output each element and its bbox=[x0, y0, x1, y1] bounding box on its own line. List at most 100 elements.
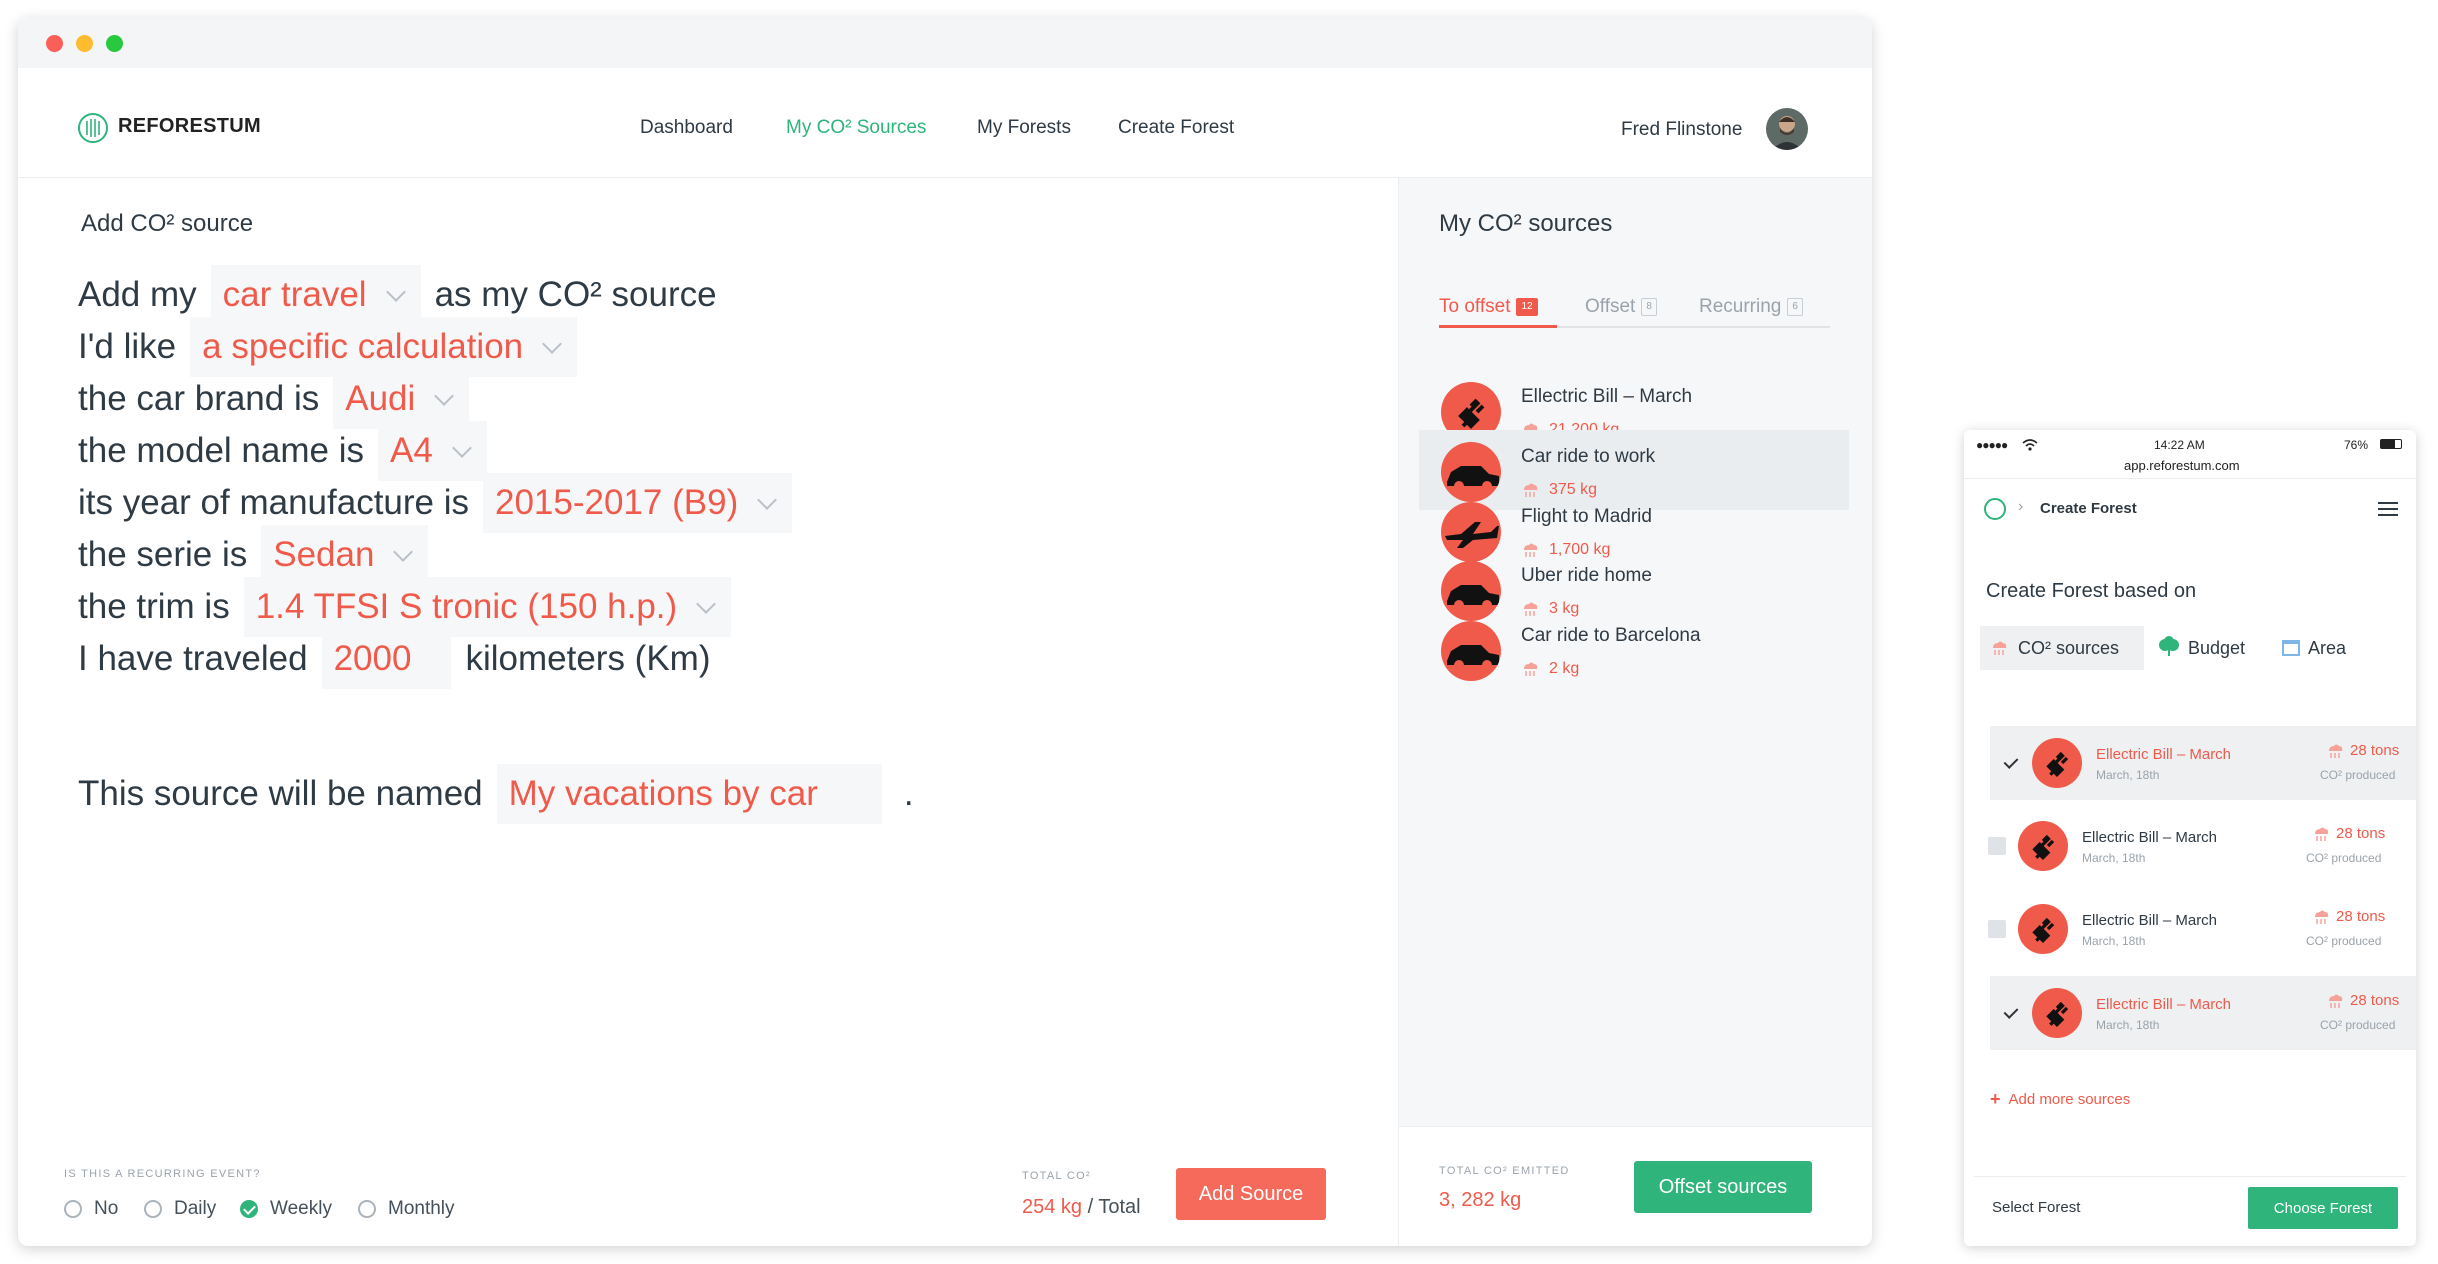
row-date: March, 18th bbox=[2082, 851, 2146, 865]
chevron-down-icon bbox=[385, 282, 406, 302]
dropdown-value: a specific calculation bbox=[202, 327, 524, 366]
choose-forest-button[interactable]: Choose Forest bbox=[2248, 1187, 2398, 1229]
divider bbox=[1964, 478, 2416, 479]
tab-to-offset[interactable]: To offset 12 bbox=[1439, 296, 1538, 318]
nav-link-create-forest[interactable]: Create Forest bbox=[1118, 117, 1234, 139]
total-emitted-label: TOTAL CO² EMITTED bbox=[1439, 1165, 1570, 1177]
cloud-icon bbox=[2312, 826, 2330, 842]
maximize-window-button[interactable] bbox=[106, 35, 123, 52]
breadcrumb[interactable]: Create Forest bbox=[2040, 500, 2137, 517]
row-prefix: I'd like bbox=[78, 327, 177, 366]
battery-level: 76% bbox=[2344, 438, 2369, 452]
form-row-model: the model name is A4 bbox=[78, 421, 501, 481]
source-item[interactable]: Car ride to Barcelona 2 kg bbox=[1419, 609, 1849, 689]
add-source-button[interactable]: Add Source bbox=[1176, 1168, 1326, 1220]
source-name: Car ride to work bbox=[1521, 446, 1656, 467]
year-dropdown[interactable]: 2015-2017 (B9) bbox=[483, 473, 793, 533]
radio-no[interactable]: No bbox=[64, 1198, 118, 1220]
row-produced: CO² produced bbox=[2320, 768, 2396, 782]
amount-value: 2 kg bbox=[1549, 660, 1580, 677]
tab-recurring[interactable]: Recurring 6 bbox=[1699, 296, 1803, 318]
offset-sources-button[interactable]: Offset sources bbox=[1634, 1161, 1812, 1213]
source-name-input[interactable]: My vacations by car bbox=[496, 764, 882, 824]
row-suffix: kilometers (Km) bbox=[465, 639, 711, 678]
tons-value: 28 tons bbox=[2336, 825, 2386, 842]
tree-icon bbox=[2158, 635, 2180, 661]
cloud-icon bbox=[2312, 909, 2330, 925]
phone-source-row[interactable]: Ellectric Bill – March March, 18th 28 to… bbox=[1976, 892, 2402, 966]
phone-source-row[interactable]: Ellectric Bill – March March, 18th 28 to… bbox=[1990, 976, 2416, 1050]
dropdown-value: 1.4 TFSI S tronic (150 h.p.) bbox=[255, 587, 678, 626]
option-label: CO² sources bbox=[2018, 637, 2120, 658]
dropdown-value: Sedan bbox=[273, 535, 375, 574]
calculation-dropdown[interactable]: a specific calculation bbox=[190, 317, 578, 377]
checkbox-checked[interactable] bbox=[2002, 1004, 2020, 1022]
source-type-dropdown[interactable]: car travel bbox=[210, 265, 421, 325]
row-name: Ellectric Bill – March bbox=[2096, 746, 2232, 763]
row-produced: CO² produced bbox=[2320, 1018, 2396, 1032]
distance-input[interactable]: 2000 bbox=[321, 629, 452, 689]
row-prefix: Add my bbox=[78, 275, 197, 314]
option-label: Area bbox=[2308, 637, 2347, 658]
phone-source-row[interactable]: Ellectric Bill – March March, 18th 28 to… bbox=[1990, 726, 2416, 800]
option-budget[interactable]: Budget bbox=[2158, 626, 2245, 670]
form-row-year: its year of manufacture is 2015-2017 (B9… bbox=[78, 473, 806, 533]
hamburger-menu-icon[interactable] bbox=[2378, 502, 2398, 516]
dropdown-value: car travel bbox=[222, 275, 367, 314]
nav-link-dashboard[interactable]: Dashboard bbox=[640, 117, 733, 139]
row-tons: 28 tons bbox=[2326, 742, 2399, 759]
row-prefix: This source will be named bbox=[78, 774, 483, 813]
car-brand-dropdown[interactable]: Audi bbox=[333, 369, 470, 429]
sidebar-footer: TOTAL CO² EMITTED 3, 282 kg Offset sourc… bbox=[1399, 1126, 1872, 1246]
plug-icon bbox=[2018, 904, 2068, 954]
dropdown-value: Audi bbox=[345, 379, 416, 418]
brand-logo-icon[interactable] bbox=[1984, 498, 2006, 520]
dropdown-value: 2015-2017 (B9) bbox=[495, 483, 739, 522]
row-date: March, 18th bbox=[2082, 934, 2146, 948]
source-name: Car ride to Barcelona bbox=[1521, 625, 1701, 646]
signal-icon: ●●●●● bbox=[1976, 438, 2008, 452]
radio-monthly[interactable]: Monthly bbox=[358, 1198, 455, 1220]
active-tab-underline bbox=[1439, 325, 1557, 328]
url-bar[interactable]: app.reforestum.com bbox=[2124, 458, 2240, 473]
brand-name[interactable]: REFORESTUM bbox=[118, 115, 261, 138]
brand-logo-icon[interactable] bbox=[78, 113, 108, 143]
form-row-source-name: This source will be named My vacations b… bbox=[78, 764, 914, 824]
checkbox[interactable] bbox=[1988, 920, 2006, 938]
trim-dropdown[interactable]: 1.4 TFSI S tronic (150 h.p.) bbox=[243, 577, 732, 637]
source-name: Flight to Madrid bbox=[1521, 506, 1652, 527]
plug-icon bbox=[2032, 738, 2082, 788]
add-more-sources-link[interactable]: + Add more sources bbox=[1990, 1089, 2130, 1110]
chevron-down-icon bbox=[393, 542, 414, 562]
radio-daily[interactable]: Daily bbox=[144, 1198, 216, 1220]
checkbox[interactable] bbox=[1988, 837, 2006, 855]
user-name[interactable]: Fred Flinstone bbox=[1621, 119, 1742, 141]
total-co2-value: 254 kg / Total bbox=[1022, 1196, 1141, 1219]
chevron-down-icon bbox=[696, 594, 717, 614]
row-tons: 28 tons bbox=[2312, 908, 2385, 925]
nav-link-my-forests[interactable]: My Forests bbox=[977, 117, 1071, 139]
battery-icon bbox=[2380, 439, 2402, 449]
minimize-window-button[interactable] bbox=[76, 35, 93, 52]
phone-source-row[interactable]: Ellectric Bill – March March, 18th 28 to… bbox=[1976, 809, 2402, 883]
top-navigation: REFORESTUM Dashboard My CO² Sources My F… bbox=[18, 68, 1872, 178]
close-window-button[interactable] bbox=[46, 35, 63, 52]
radio-circle bbox=[144, 1200, 162, 1218]
serie-dropdown[interactable]: Sedan bbox=[261, 525, 429, 585]
avatar[interactable] bbox=[1766, 108, 1808, 150]
dropdown-value: A4 bbox=[389, 431, 433, 470]
nav-link-co2-sources[interactable]: My CO² Sources bbox=[786, 117, 926, 139]
row-name: Ellectric Bill – March bbox=[2082, 829, 2218, 846]
select-forest-label: Select Forest bbox=[1992, 1199, 2081, 1216]
option-area[interactable]: Area bbox=[2282, 626, 2346, 670]
tons-value: 28 tons bbox=[2350, 992, 2400, 1009]
model-dropdown[interactable]: A4 bbox=[377, 421, 487, 481]
row-name: Ellectric Bill – March bbox=[2096, 996, 2232, 1013]
radio-weekly[interactable]: Weekly bbox=[240, 1198, 332, 1220]
tons-value: 28 tons bbox=[2336, 908, 2386, 925]
checkbox-checked[interactable] bbox=[2002, 754, 2020, 772]
option-co2-sources[interactable]: CO² sources bbox=[1980, 626, 2144, 670]
tab-offset[interactable]: Offset 8 bbox=[1585, 296, 1657, 318]
row-prefix: I have traveled bbox=[78, 639, 308, 678]
radio-circle bbox=[64, 1200, 82, 1218]
